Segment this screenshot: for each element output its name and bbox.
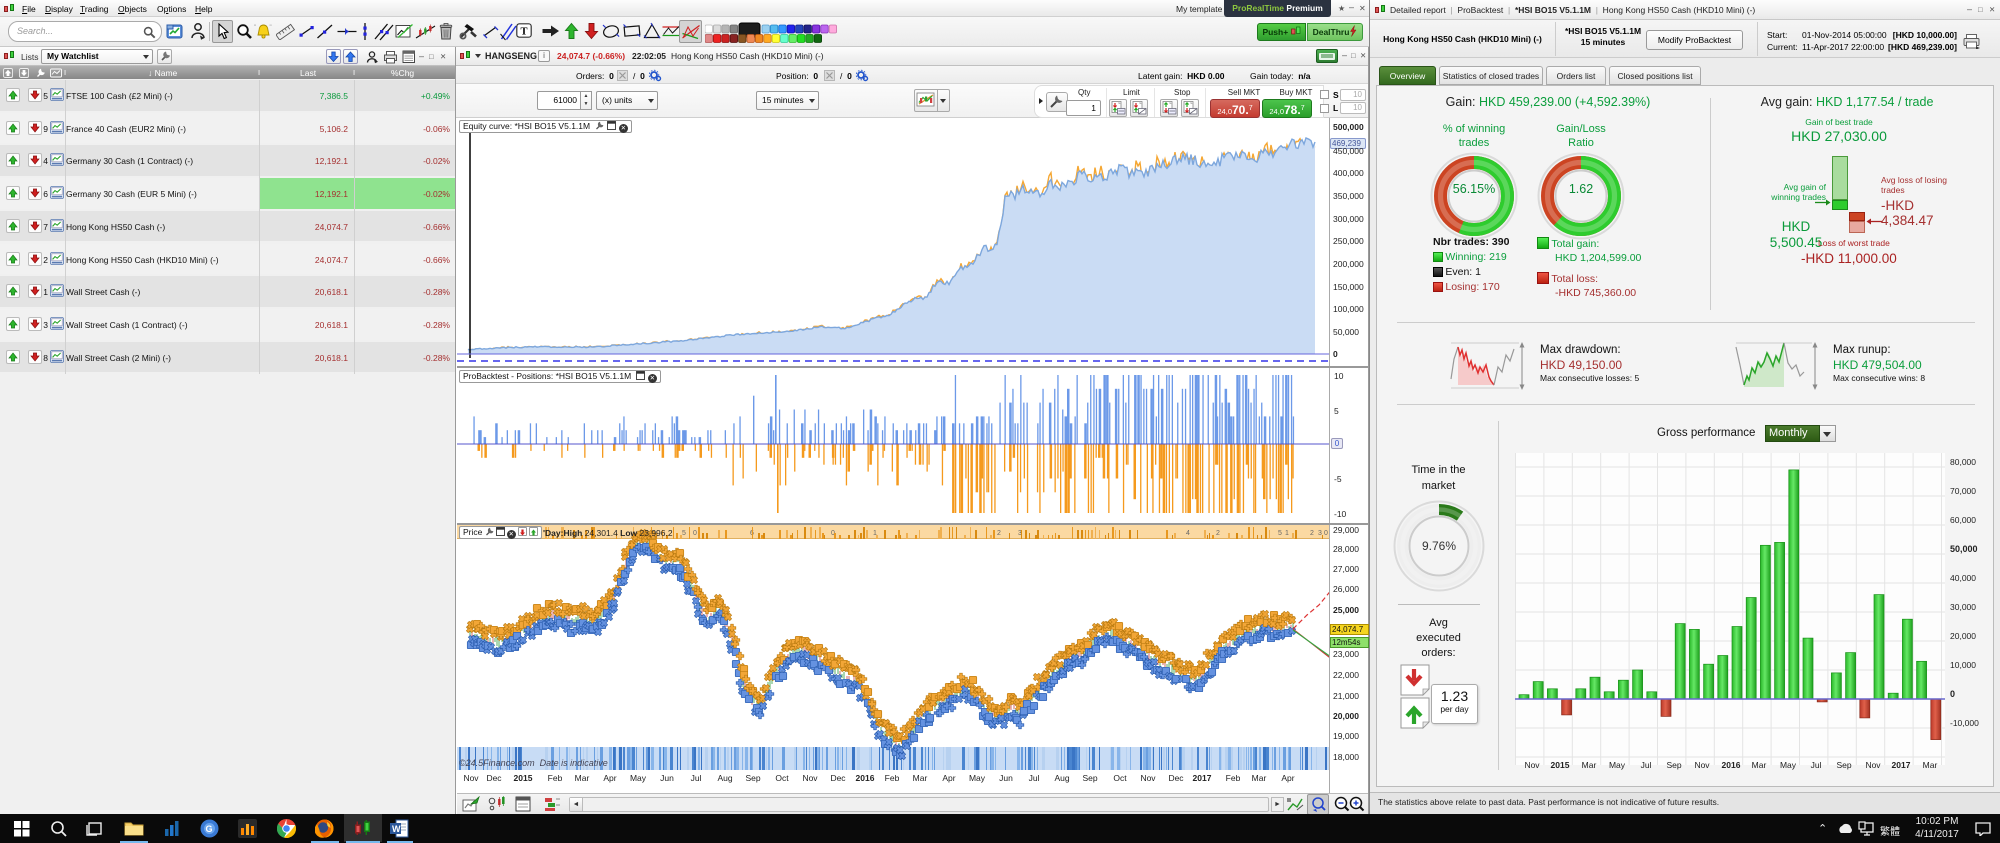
svg-text:W: W [392,824,401,834]
svg-text:": " [270,25,272,31]
svg-text:G: G [206,824,213,834]
svg-text:T: T [521,27,528,38]
svg-text:": " [254,25,256,31]
